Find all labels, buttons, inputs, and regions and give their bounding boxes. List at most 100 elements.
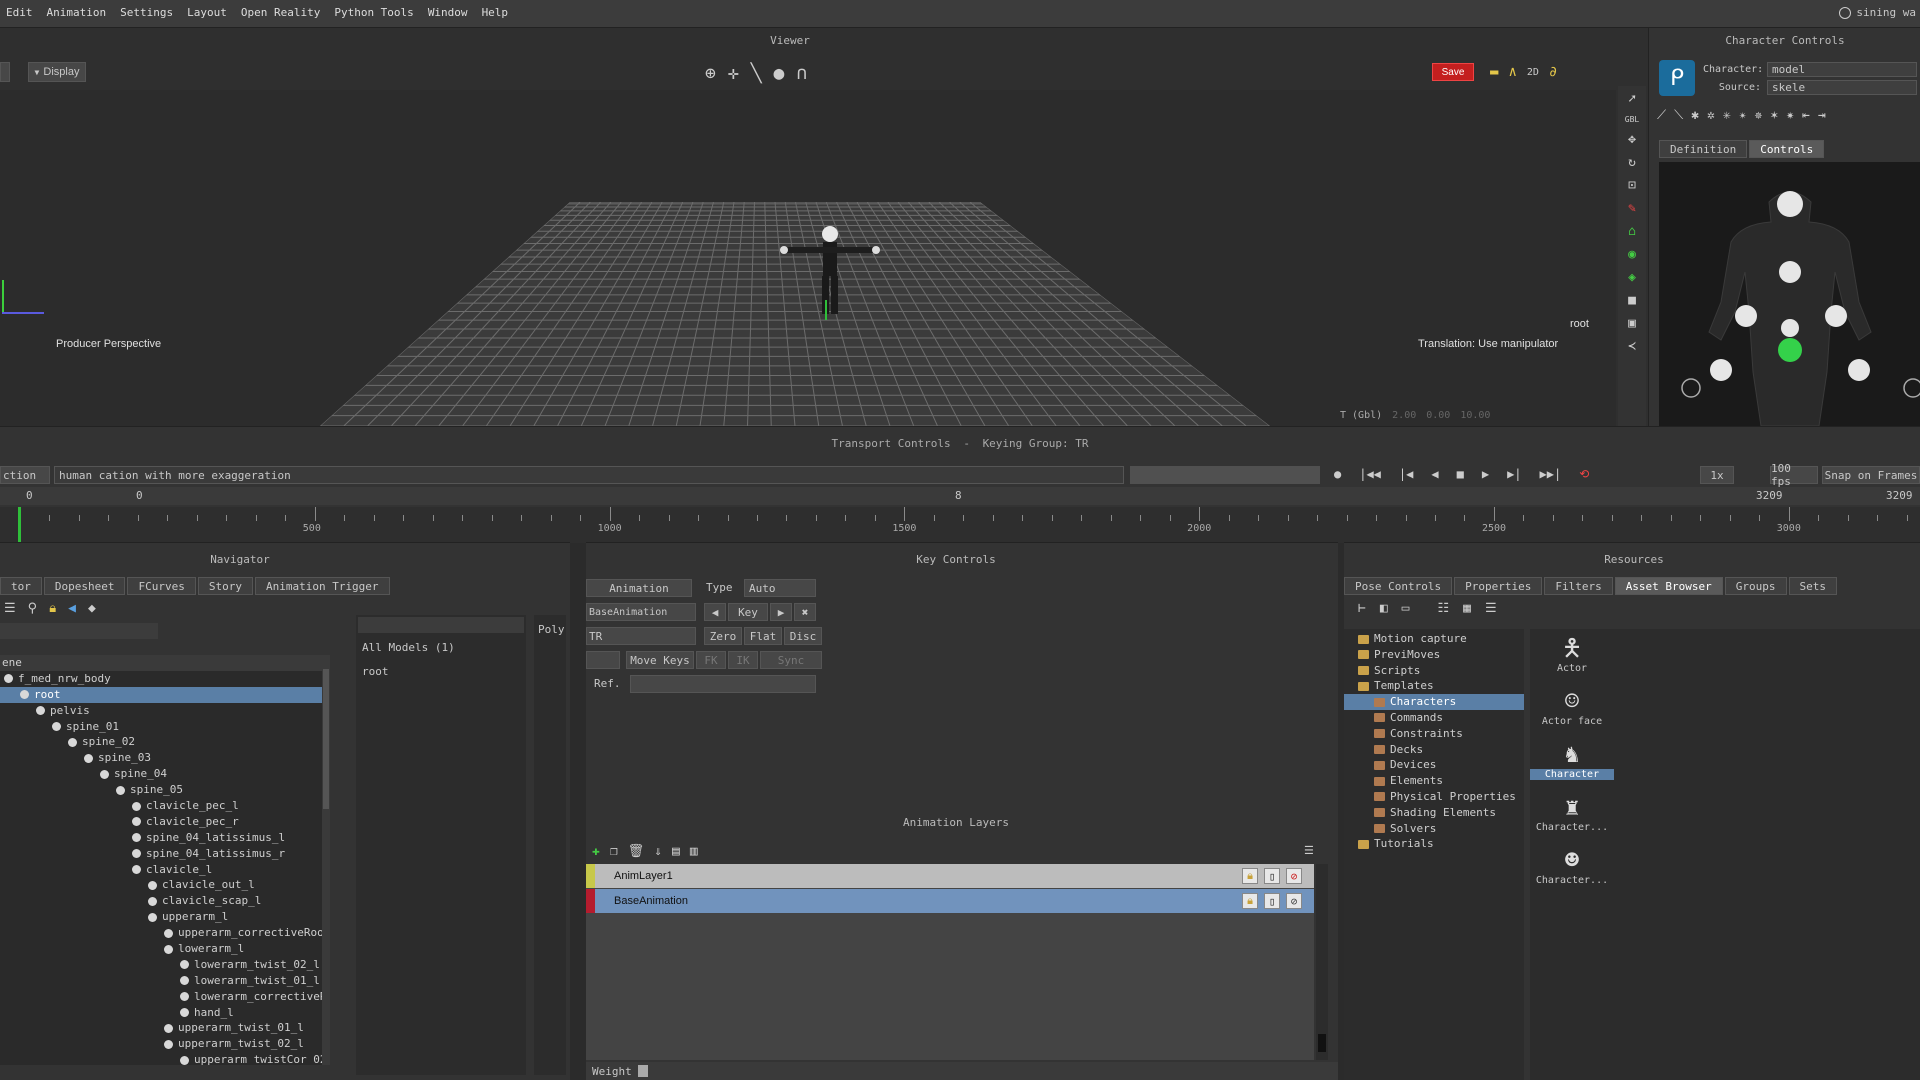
navigator-tab-3[interactable]: Story [197,577,253,595]
layer-lock-icon[interactable]: 🔒︎ [1242,868,1258,884]
3d-viewport[interactable]: Producer Perspective root Translation: U… [0,90,1616,426]
next-key-icon[interactable]: ▶| [1507,467,1521,481]
globe-tool-icon[interactable]: ◉ [1628,247,1636,262]
tree-node[interactable]: spine_04_latissimus_r [0,846,330,862]
asset-folder[interactable]: Shading Elements [1344,805,1524,821]
asset-folder[interactable]: Physical Properties [1344,789,1524,805]
menu-4[interactable]: Open Reality [241,6,320,19]
resources-tab-1[interactable]: Properties [1454,577,1543,595]
layer-mute-icon[interactable]: ⊘ [1286,868,1302,884]
translate-tool-icon[interactable]: ✥ [1628,132,1636,147]
delete-layer-icon[interactable]: 🗑︎ [628,844,645,859]
play-icon[interactable]: ▶ [1482,467,1489,481]
cube-alt-tool-icon[interactable]: ▣ [1628,316,1636,331]
step-back-icon[interactable]: ◀ [1431,467,1438,481]
ruler-icon[interactable]: ▬ [1490,64,1498,80]
tree-node[interactable]: hand_l [0,1005,330,1021]
pick-tool-icon[interactable]: ✎ [1628,201,1636,216]
loop-icon[interactable]: ⟲ [1579,467,1589,481]
user-account[interactable]: sining wa [1839,6,1916,19]
tab-definition[interactable]: Definition [1659,140,1748,158]
end-frame-right[interactable]: 3209 [1886,489,1913,502]
merge-layer-icon[interactable]: ⇓ [654,844,662,859]
scene-tree-scrollbar[interactable] [322,655,330,1065]
tree-node[interactable]: lowerarm_twist_01_l [0,973,330,989]
sync-button[interactable]: Sync [760,651,822,669]
menu-2[interactable]: Settings [120,6,173,19]
tree-node[interactable]: f_med_nrw_body [0,671,330,687]
tree-node[interactable]: lowerarm_correctiveRoot [0,989,330,1005]
asset-folder[interactable]: Elements [1344,773,1524,789]
tree-node[interactable]: spine_02 [0,734,330,750]
fill-tool-icon[interactable]: ◈ [1628,270,1636,285]
tree-node[interactable]: clavicle_pec_l [0,798,330,814]
share-tool-icon[interactable]: ≺ [1628,339,1636,354]
translate-manipulator-icon[interactable]: ✛ [728,63,739,84]
models-filter[interactable] [358,617,524,633]
fps-select[interactable]: 100 fps [1770,462,1818,488]
layer-down-icon[interactable]: ▥ [690,844,698,859]
scale-tool-icon[interactable]: ⊡ [1628,178,1636,193]
tree-node[interactable]: upperarm_l [0,909,330,925]
rotate-manipulator-icon[interactable]: ⊕ [705,63,716,84]
asset-item[interactable]: ☻ Character... [1530,845,1614,895]
duplicate-layer-icon[interactable]: ❐ [610,844,618,859]
ik-icon[interactable]: ✶ [1770,108,1778,123]
tree-node[interactable]: root [0,686,330,703]
prev-key-icon[interactable]: |◀ [1399,467,1413,481]
tree-node[interactable]: upperarm_twist_02_l [0,1036,330,1052]
current-frame[interactable]: 0 [136,489,143,502]
menu-1[interactable]: Animation [47,6,107,19]
asset-folder[interactable]: Commands [1344,710,1524,726]
character-control-rig[interactable] [1659,162,1920,426]
layer-row[interactable]: BaseAnimation 🔒︎ ▯ ⊘ [586,889,1314,913]
layer-solo-icon[interactable]: ▯ [1264,868,1280,884]
layer-row[interactable]: AnimLayer1 🔒︎ ▯ ⊘ [586,864,1314,888]
scale-manipulator-icon[interactable]: ╲ [751,63,762,84]
navigator-tab-4[interactable]: Animation Trigger [254,577,390,595]
tree-node[interactable]: lowerarm_l [0,941,330,957]
snap-select[interactable]: Snap on Frames [1822,466,1920,484]
orbit-manipulator-icon[interactable]: ∩ [796,63,807,84]
type-select[interactable]: Auto [744,579,816,597]
asset-item[interactable]: 🯅 Actor [1530,633,1614,683]
take-name-field[interactable]: human cation with more exaggeration [54,466,1124,484]
thumbnail-icon[interactable]: ▦ [1463,601,1471,616]
playback-time-bar[interactable] [1130,466,1320,484]
tree-node[interactable]: upperarm_twist_01_l [0,1020,330,1036]
save-button[interactable]: Save [1432,63,1474,81]
curve-icon[interactable]: ∧ [1508,64,1516,80]
asset-folder[interactable]: Solvers [1344,821,1524,837]
layer-select[interactable]: BaseAnimation [586,603,696,621]
layers-scrollbar[interactable] [1316,864,1328,1060]
coordinate-mode[interactable]: T (Gbl) [1340,410,1382,421]
stop-icon[interactable]: ■ [1457,467,1464,481]
character-model[interactable] [770,220,890,330]
record-icon[interactable]: ● [1334,467,1341,481]
flat-button[interactable]: Flat [744,627,782,645]
asset-folder[interactable]: Devices [1344,757,1524,773]
asset-folder[interactable]: Decks [1344,742,1524,758]
fk-button[interactable]: FK [696,651,726,669]
source-select[interactable]: skele [1767,80,1917,95]
character-select[interactable]: model [1767,62,1917,77]
navigator-tab-2[interactable]: FCurves [127,577,196,595]
ref-select[interactable] [630,675,816,693]
animation-mode-button[interactable]: Animation [586,579,692,597]
coord-x[interactable]: 2.00 [1392,410,1416,421]
link-icon[interactable]: ∂ [1549,64,1557,80]
tree-node[interactable]: clavicle_scap_l [0,893,330,909]
delete-key-button[interactable]: ✖ [794,603,816,621]
reset-icon[interactable]: ⇥ [1818,108,1826,123]
menu-5[interactable]: Python Tools [334,6,413,19]
tree-node[interactable]: spine_05 [0,782,330,798]
select-arrow-icon[interactable]: ➚ [1628,92,1636,107]
asset-item[interactable]: ☺ Actor face [1530,686,1614,736]
filter-icon[interactable]: ⚲ [28,601,38,616]
navigator-tab-0[interactable]: tor [0,577,42,595]
list-view-icon[interactable]: ☰ [4,601,16,616]
asset-item[interactable]: ♞ Character [1530,739,1614,789]
menu-3[interactable]: Layout [187,6,227,19]
character-logo[interactable]: ᑭ [1659,60,1695,96]
interpolation-select[interactable] [586,651,620,669]
